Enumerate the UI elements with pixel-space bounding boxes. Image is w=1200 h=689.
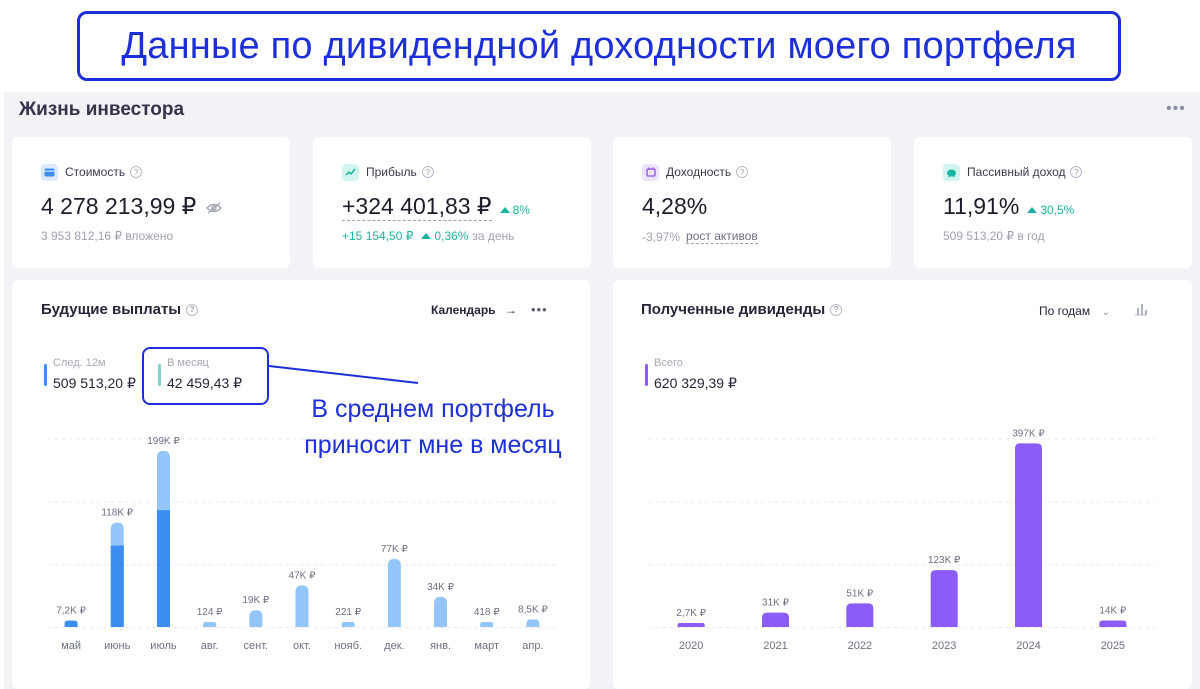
annotation-text: В среднем портфель приносит мне в месяц xyxy=(273,391,593,463)
annotation-pointer xyxy=(268,365,419,384)
annotation-line-1: В среднем портфель xyxy=(311,395,555,423)
annotation-line-2: приносит мне в месяц xyxy=(304,431,562,459)
annotation-line xyxy=(268,365,419,384)
